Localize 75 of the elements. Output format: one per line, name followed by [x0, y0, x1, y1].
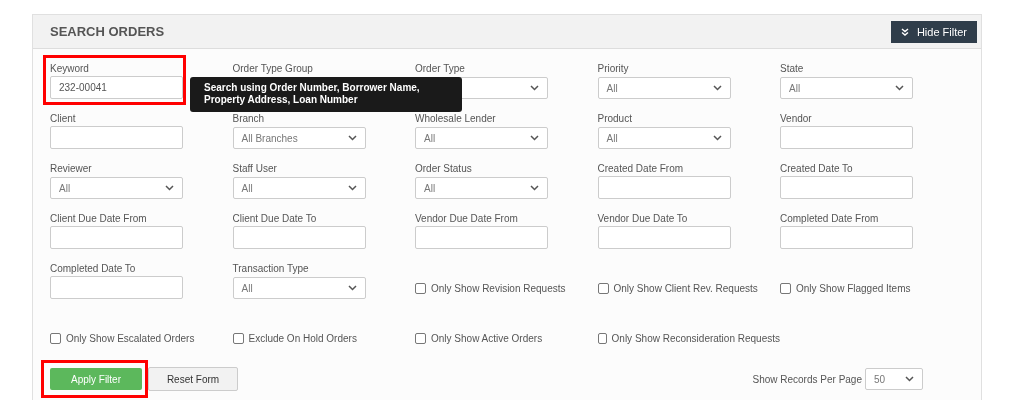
chevron-down-icon — [347, 185, 357, 191]
field-label: Created Date To — [780, 163, 854, 176]
double-chevron-icon — [900, 27, 909, 36]
select-field[interactable]: All — [597, 127, 731, 149]
field-label: Priority — [597, 63, 630, 76]
reset-form-button[interactable]: Reset Form — [148, 367, 238, 391]
field-label: Order Type Group — [232, 63, 314, 76]
field-label: Client — [50, 113, 77, 126]
field-label: Wholesale Lender — [415, 113, 497, 126]
checkbox-label: Only Show Active Orders — [431, 332, 543, 344]
field-label: Created Date From — [597, 163, 685, 176]
checkbox-label: Only Show Escalated Orders — [66, 332, 195, 344]
field-label: Vendor Due Date To — [597, 213, 689, 226]
field-label: Branch — [232, 113, 266, 126]
chevron-down-icon — [347, 285, 357, 291]
field-label: Completed Date To — [50, 263, 137, 276]
select-field[interactable]: All — [232, 177, 366, 199]
chevron-down-icon — [895, 85, 904, 91]
chevron-down-icon — [530, 185, 539, 191]
input-field[interactable] — [415, 226, 548, 249]
checkbox-label: Only Show Reconsideration Requests — [611, 332, 780, 344]
tooltip: Search using Order Number, Borrower Name, Property Address, Loan Number — [190, 77, 462, 112]
page-size-select[interactable]: 50 — [865, 368, 923, 390]
select-field[interactable]: All — [780, 77, 913, 99]
field-label: Product — [597, 113, 633, 126]
checkbox-label: Only Show Client Rev. Requests — [613, 282, 758, 294]
checkbox[interactable] — [232, 332, 244, 344]
checkbox-label: Exclude On Hold Orders — [248, 332, 357, 344]
select-field[interactable]: All — [50, 177, 183, 199]
field-label: Vendor — [780, 113, 813, 126]
input-field[interactable] — [50, 226, 183, 249]
field-label: Transaction Type — [232, 263, 310, 276]
input-field[interactable] — [232, 226, 366, 249]
field-label: Order Status — [415, 163, 473, 176]
select-field[interactable]: All — [415, 127, 548, 149]
chevron-down-icon — [530, 135, 539, 141]
input-field[interactable] — [50, 276, 183, 299]
hide-filter-button[interactable]: Hide Filter — [890, 20, 977, 43]
checkbox-label: Only Show Revision Requests — [431, 282, 566, 294]
field-label: Client Due Date To — [232, 213, 318, 226]
input-field[interactable] — [50, 126, 183, 149]
chevron-down-icon — [165, 185, 174, 191]
select-field[interactable]: All Branches — [232, 127, 366, 149]
field-label: Client Due Date From — [50, 213, 148, 226]
records-per-page-label: Show Records Per Page — [752, 373, 862, 385]
chevron-down-icon — [347, 135, 357, 141]
field-label: Order Type — [415, 63, 466, 76]
apply-filter-button[interactable]: Apply Filter — [50, 368, 142, 390]
field-label: Reviewer — [50, 163, 93, 176]
input-field[interactable] — [780, 176, 913, 199]
panel-title: SEARCH ORDERS — [50, 24, 165, 39]
checkbox[interactable] — [50, 332, 61, 344]
field-label: State — [780, 63, 805, 76]
checkbox[interactable] — [415, 332, 426, 344]
select-field[interactable]: All — [597, 77, 731, 99]
checkbox[interactable] — [415, 282, 426, 294]
chevron-down-icon — [712, 135, 722, 141]
chevron-down-icon — [905, 376, 914, 382]
select-field[interactable]: All — [415, 177, 548, 199]
input-field[interactable] — [597, 176, 731, 199]
checkbox[interactable] — [780, 282, 791, 294]
chevron-down-icon — [712, 85, 722, 91]
checkbox[interactable] — [597, 332, 607, 344]
chevron-down-icon — [530, 85, 539, 91]
select-field[interactable]: All — [232, 277, 366, 299]
input-field[interactable] — [780, 126, 913, 149]
input-field[interactable] — [780, 226, 913, 249]
field-label: Vendor Due Date From — [415, 213, 519, 226]
checkbox[interactable] — [597, 282, 609, 294]
field-label: Keyword — [50, 63, 90, 76]
field-label: Staff User — [232, 163, 278, 176]
field-label: Completed Date From — [780, 213, 880, 226]
input-field[interactable] — [597, 226, 731, 249]
checkbox-label: Only Show Flagged Items — [796, 282, 911, 294]
input-field[interactable]: 232-00041 — [50, 76, 183, 99]
